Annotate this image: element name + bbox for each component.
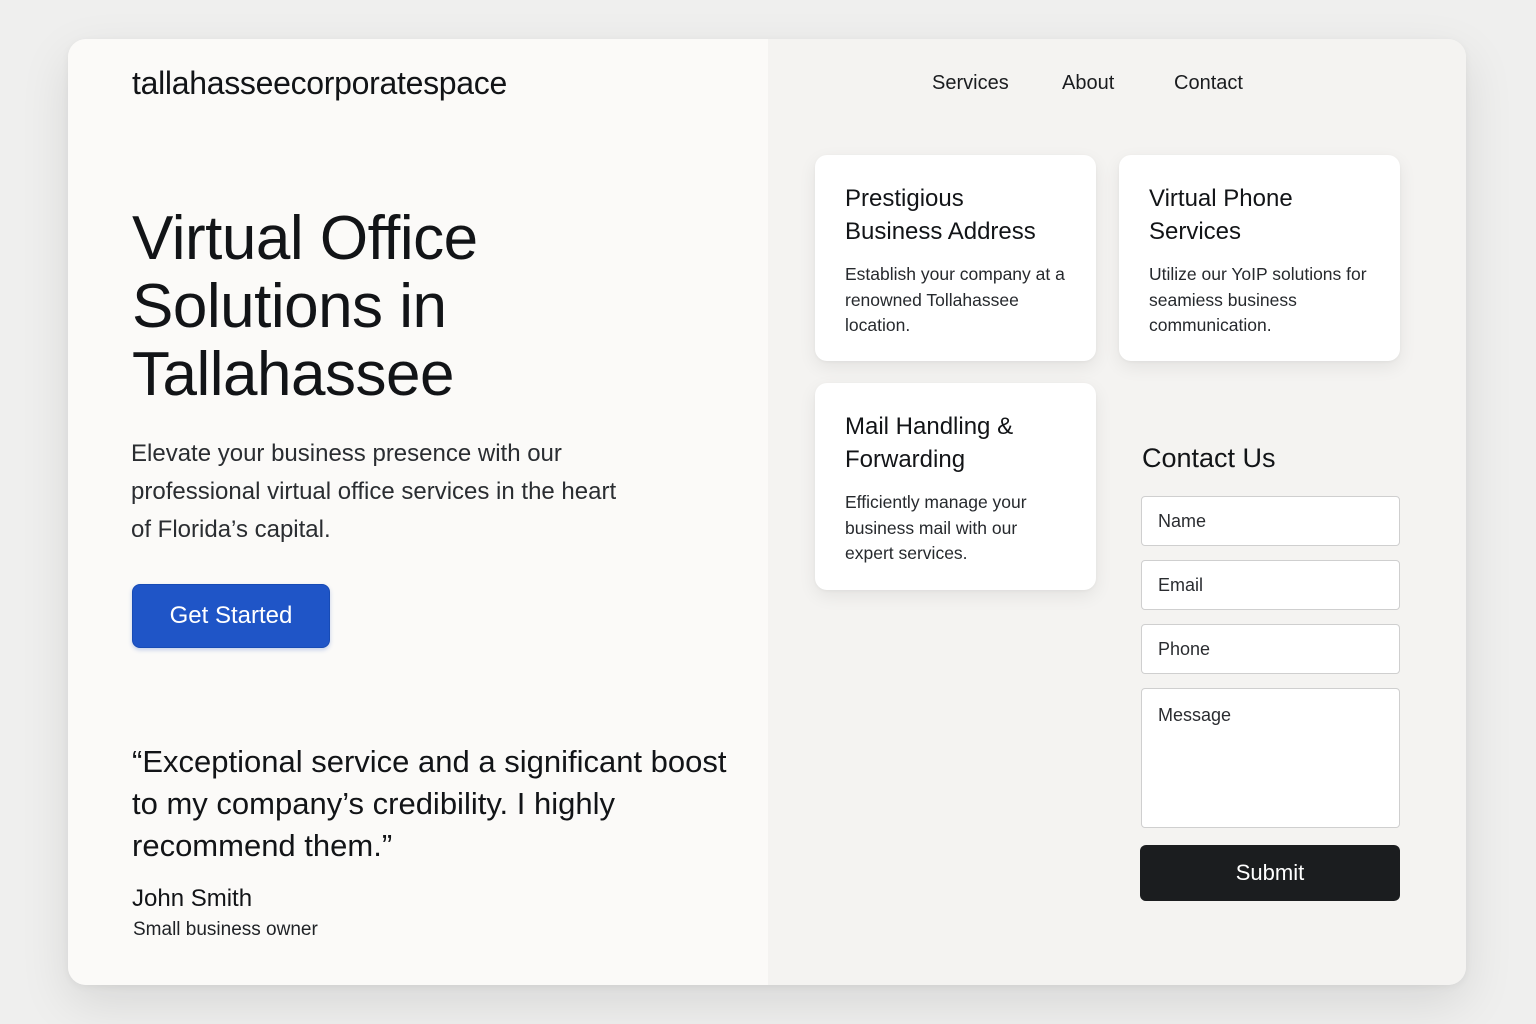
service-card-mail-handling[interactable]: Mail Handling & Forwarding Efficiently m… [815, 383, 1096, 590]
testimonial-author: John Smith [132, 885, 253, 912]
service-card-title: Virtual Phone Services [1149, 185, 1293, 245]
phone-field[interactable] [1141, 624, 1400, 674]
nav-about-link[interactable]: About [1062, 72, 1114, 95]
testimonial-author-role: Small business owner [133, 919, 318, 940]
get-started-button[interactable]: Get Started [132, 584, 330, 648]
service-card-business-address[interactable]: Prestigious Business Address Establish y… [815, 155, 1096, 361]
service-card-title: Mail Handling & Forwarding [845, 413, 1014, 473]
service-card-description: Utilize our YoIP solutions for seamiess … [1149, 264, 1367, 335]
hero-panel: tallahasseecorporatespace Virtual Office… [68, 39, 768, 985]
page-window: tallahasseecorporatespace Virtual Office… [68, 39, 1466, 985]
service-card-title: Prestigious Business Address [845, 185, 1036, 245]
name-field[interactable] [1141, 496, 1400, 546]
hero-subtitle: Elevate your business presence with our … [131, 440, 617, 543]
service-card-description: Establish your company at a renowned Tol… [845, 264, 1065, 335]
service-card-description: Efficiently manage your business mail wi… [845, 492, 1027, 563]
submit-button[interactable]: Submit [1140, 845, 1400, 901]
service-card-virtual-phone[interactable]: Virtual Phone Services Utilize our YoIP … [1119, 155, 1400, 361]
testimonial-quote: “Exceptional service and a significant b… [132, 744, 727, 863]
contact-form-heading: Contact Us [1142, 443, 1276, 473]
brand-logo[interactable]: tallahasseecorporatespace [132, 65, 507, 102]
nav-services-link[interactable]: Services [932, 72, 1009, 95]
email-field[interactable] [1141, 560, 1400, 610]
nav-contact-link[interactable]: Contact [1174, 72, 1243, 95]
message-field[interactable] [1141, 688, 1400, 828]
top-nav: Services About Contact [768, 72, 1466, 102]
hero-title: Virtual Office Solutions in Tallahassee [132, 204, 478, 409]
services-panel: Services About Contact Prestigious Busin… [768, 39, 1466, 985]
